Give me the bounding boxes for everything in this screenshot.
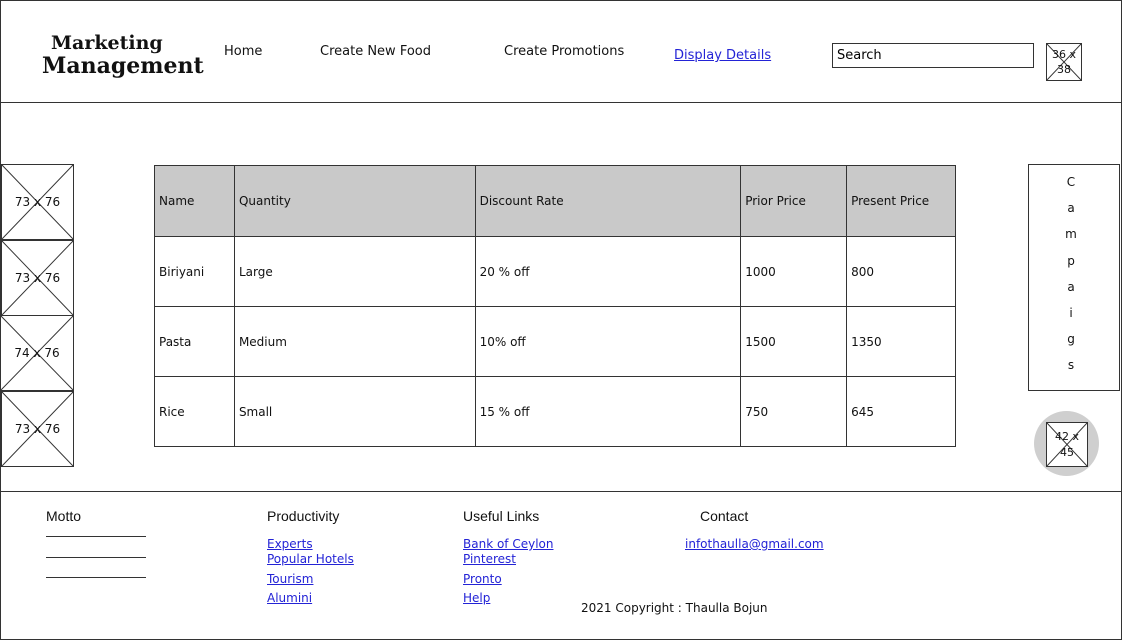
cell-prior-price: 750 [740, 376, 848, 447]
footer-link-popular-hotels[interactable]: Popular Hotels [267, 552, 354, 566]
copyright-text: 2021 Copyright : Thaulla Bojun [581, 601, 768, 615]
logo-line-2: Management [42, 52, 204, 79]
footer-link-pronto[interactable]: Pronto [463, 572, 502, 586]
round-button-image-icon[interactable]: 42 x 45 [1046, 422, 1088, 467]
footer-contact-email[interactable]: infothaulla@gmail.com [685, 537, 824, 551]
cell-discount-rate: 20 % off [474, 236, 742, 307]
nav-home[interactable]: Home [224, 44, 262, 59]
footer-link-tourism[interactable]: Tourism [267, 572, 313, 586]
image-size-label: 73 x 76 [14, 422, 61, 436]
image-size-label: 74 x 76 [14, 346, 60, 360]
logo-line-1: Marketing [51, 32, 163, 54]
footer-link-help[interactable]: Help [463, 591, 490, 605]
campaigns-letter: i [1069, 305, 1073, 320]
campaigns-letter: g [1067, 332, 1075, 347]
campaigns-letter: C [1066, 175, 1076, 189]
table-row[interactable]: Rice Small 15 % off 750 645 [154, 376, 956, 447]
side-image-1[interactable]: 73 x 76 [1, 164, 74, 240]
column-header-prior-price[interactable]: Prior Price [740, 165, 848, 237]
cell-present-price: 645 [846, 376, 956, 447]
cell-name: Pasta [154, 306, 235, 377]
cell-quantity: Large [233, 236, 476, 307]
column-header-quantity[interactable]: Quantity [233, 165, 476, 237]
cell-quantity: Small [233, 376, 476, 447]
column-header-discount-rate[interactable]: Discount Rate [474, 165, 742, 237]
motto-line [46, 577, 146, 578]
cell-quantity: Medium [233, 306, 476, 377]
image-placeholder-label: 36 x 38 [1051, 47, 1076, 76]
promotions-table: Name Quantity Discount Rate Prior Price … [154, 165, 956, 447]
column-header-present-price[interactable]: Present Price [846, 165, 956, 237]
cell-name: Biriyani [154, 236, 235, 307]
image-size-label: 73 x 76 [14, 195, 61, 209]
cell-prior-price: 1000 [740, 236, 848, 307]
campaigns-letter: m [1065, 227, 1077, 242]
footer-motto-title: Motto [46, 508, 82, 524]
column-header-name[interactable]: Name [154, 165, 235, 237]
footer-productivity-title: Productivity [267, 508, 340, 524]
campaigns-panel[interactable]: C a m p a i g s [1028, 164, 1120, 391]
cell-present-price: 800 [846, 236, 956, 307]
side-image-3[interactable]: 74 x 76 [0, 315, 74, 391]
campaigns-letter: a [1067, 201, 1075, 216]
footer-useful-links-title: Useful Links [463, 508, 540, 524]
footer-divider [0, 491, 1122, 492]
search-input[interactable] [832, 43, 1034, 68]
cell-discount-rate: 10% off [474, 306, 742, 377]
footer-link-experts[interactable]: Experts [267, 537, 313, 551]
nav-create-new-food[interactable]: Create New Food [320, 44, 431, 59]
motto-line [46, 557, 146, 558]
footer-link-pinterest[interactable]: Pinterest [463, 552, 516, 566]
image-placeholder-label: 42 x 45 [1054, 429, 1079, 459]
campaigns-letter: s [1067, 358, 1075, 373]
side-image-4[interactable]: 73 x 76 [1, 391, 74, 467]
side-image-2[interactable]: 73 x 76 [1, 240, 74, 316]
image-size-label: 73 x 76 [14, 271, 61, 285]
cell-prior-price: 1500 [740, 306, 848, 377]
campaigns-letter: p [1067, 253, 1075, 268]
cell-discount-rate: 15 % off [474, 376, 742, 447]
user-image-icon[interactable]: 36 x 38 [1046, 43, 1082, 81]
table-header-row: Name Quantity Discount Rate Prior Price … [154, 165, 956, 237]
header: Marketing Management Home Create New Foo… [0, 0, 1122, 103]
logo[interactable]: Marketing Management [42, 32, 204, 79]
table-row[interactable]: Pasta Medium 10% off 1500 1350 [154, 306, 956, 377]
footer-link-alumini[interactable]: Alumini [267, 591, 312, 605]
table-row[interactable]: Biriyani Large 20 % off 1000 800 [154, 236, 956, 307]
nav-create-promotions[interactable]: Create Promotions [504, 44, 624, 59]
footer-contact-title: Contact [700, 508, 749, 524]
campaigns-letter: a [1067, 279, 1075, 294]
nav-display-details[interactable]: Display Details [674, 48, 771, 63]
motto-line [46, 536, 146, 537]
cell-present-price: 1350 [846, 306, 956, 377]
cell-name: Rice [154, 376, 235, 447]
footer-link-bank-of-ceylon[interactable]: Bank of Ceylon [463, 537, 553, 551]
